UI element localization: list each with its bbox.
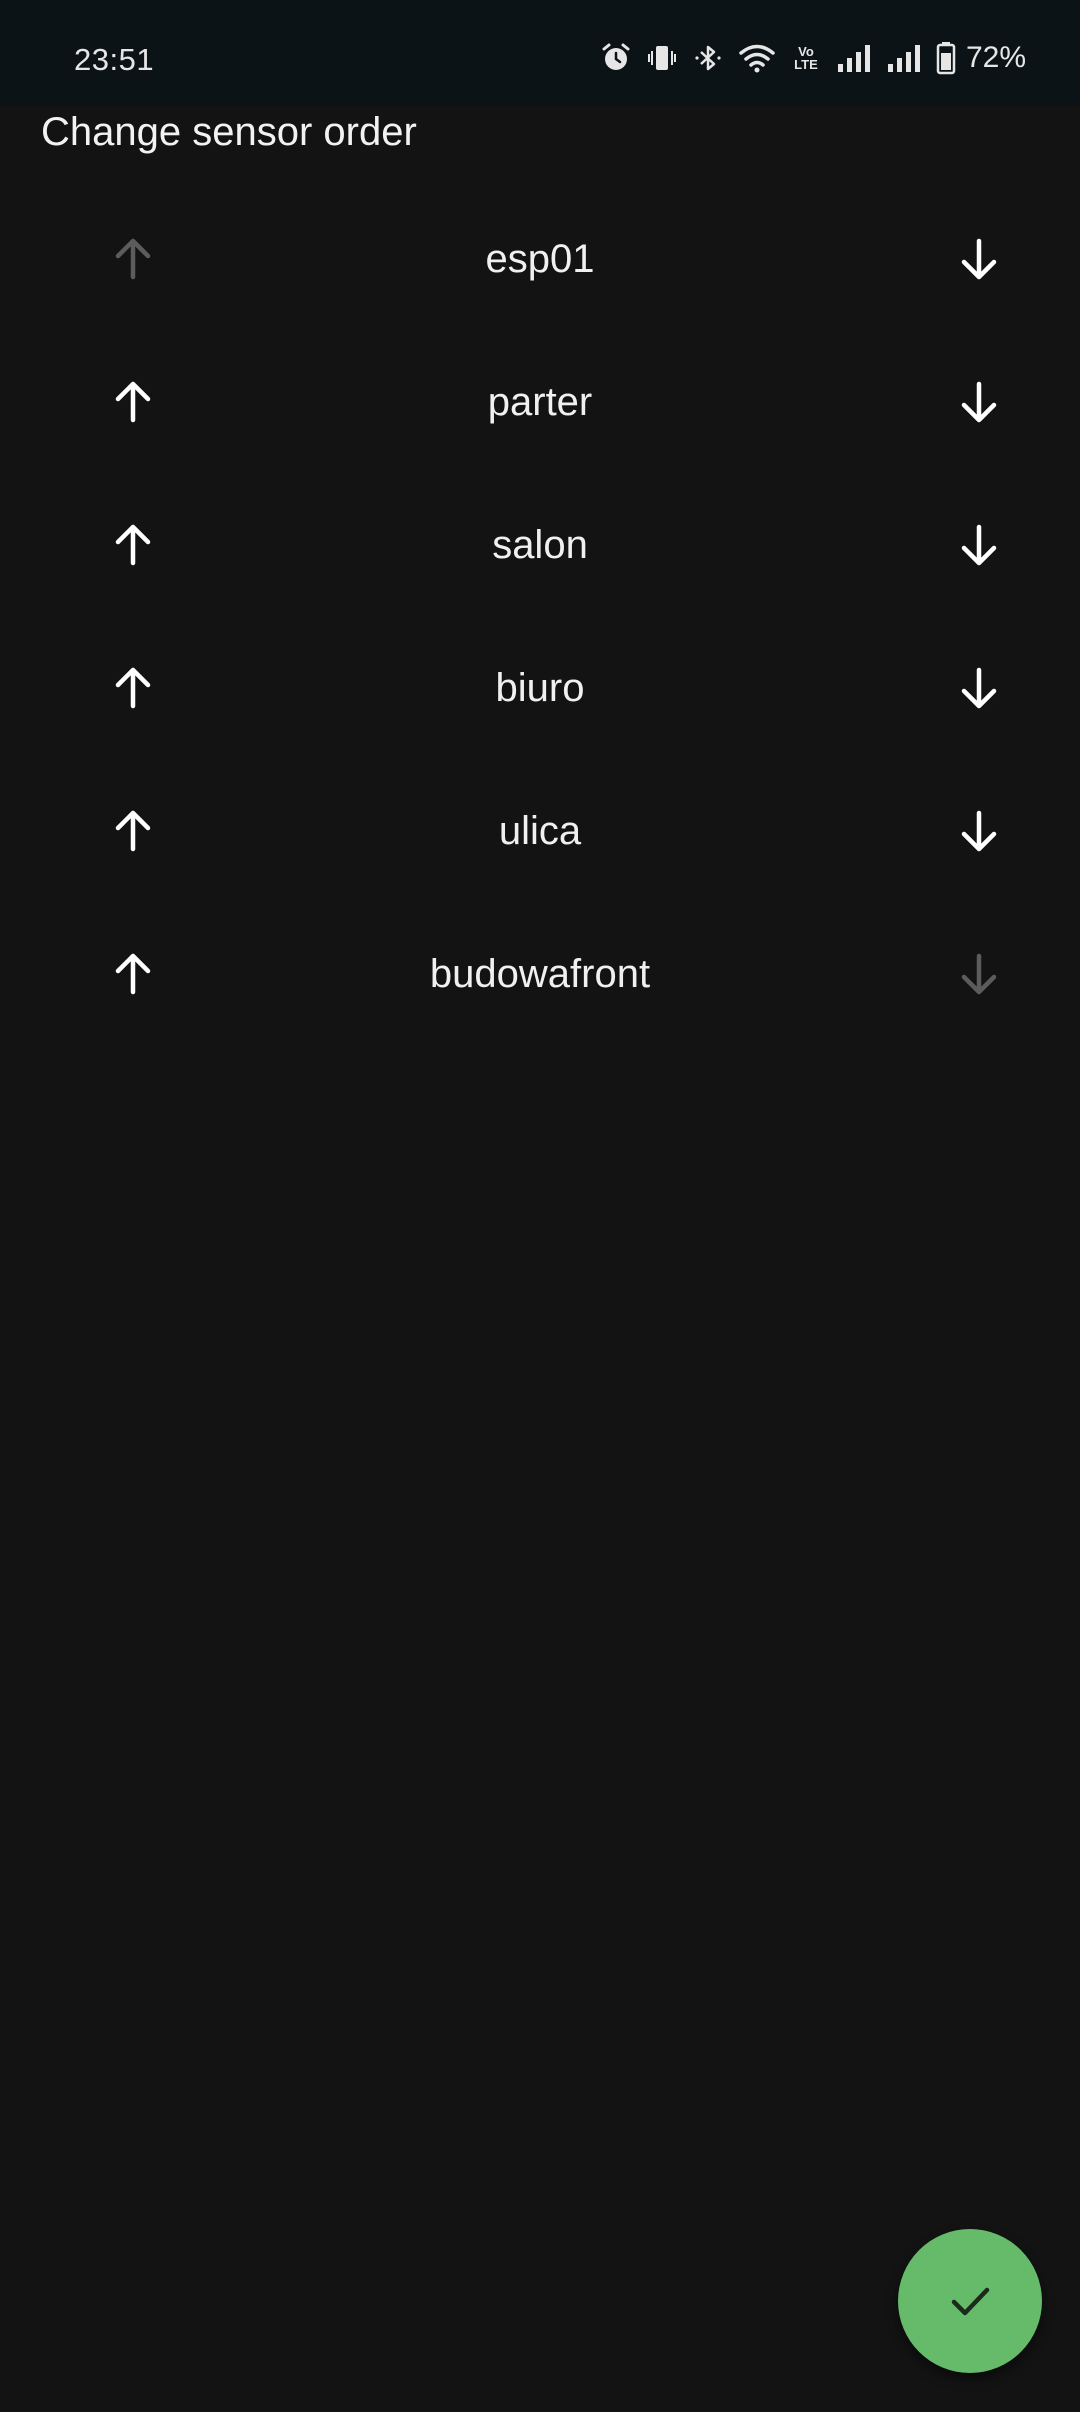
- sensor-row-budowafront: budowafront: [0, 903, 1080, 1046]
- vibrate-icon: [647, 46, 676, 70]
- signal-icon: [837, 45, 870, 72]
- move-up-button[interactable]: [91, 646, 175, 730]
- move-up-button[interactable]: [91, 503, 175, 587]
- signal-icon: [887, 45, 920, 72]
- arrow-down-icon: [961, 667, 997, 709]
- move-up-button[interactable]: [91, 360, 175, 444]
- move-down-button[interactable]: [937, 932, 1021, 1016]
- status-time: 23:51: [74, 42, 155, 77]
- alarm-icon: [602, 43, 630, 70]
- confirm-fab-button[interactable]: [898, 2229, 1042, 2373]
- status-icons: Vo LTE 72%: [600, 38, 1026, 78]
- battery-icon: [936, 42, 956, 75]
- arrow-up-icon: [115, 238, 151, 280]
- arrow-down-icon: [961, 381, 997, 423]
- sensor-row-salon: salon: [0, 474, 1080, 617]
- arrow-down-icon: [961, 953, 997, 995]
- arrow-up-icon: [115, 667, 151, 709]
- volte-icon: Vo LTE: [794, 44, 818, 72]
- move-down-button[interactable]: [937, 646, 1021, 730]
- arrow-down-icon: [961, 238, 997, 280]
- sensor-row-biuro: biuro: [0, 617, 1080, 760]
- page-title: Change sensor order: [41, 110, 417, 154]
- move-down-button[interactable]: [937, 789, 1021, 873]
- move-up-button[interactable]: [91, 932, 175, 1016]
- move-up-button[interactable]: [91, 789, 175, 873]
- arrow-up-icon: [115, 810, 151, 852]
- sensor-row-ulica: ulica: [0, 760, 1080, 903]
- wifi-icon: [739, 44, 775, 73]
- sensor-row-esp01: esp01: [0, 188, 1080, 331]
- move-down-button[interactable]: [937, 503, 1021, 587]
- move-down-button[interactable]: [937, 360, 1021, 444]
- move-down-button[interactable]: [937, 217, 1021, 301]
- status-bar: 23:51 Vo LTE 72%: [0, 0, 1080, 106]
- arrow-down-icon: [961, 524, 997, 566]
- bluetooth-icon: [695, 45, 721, 71]
- sensor-row-parter: parter: [0, 331, 1080, 474]
- sensor-list: esp01 parter salon biuro ulica budowafro…: [0, 188, 1080, 1046]
- arrow-down-icon: [961, 810, 997, 852]
- arrow-up-icon: [115, 524, 151, 566]
- battery-percent: 72%: [965, 41, 1026, 74]
- check-icon: [951, 2287, 990, 2316]
- arrow-up-icon: [115, 381, 151, 423]
- move-up-button[interactable]: [91, 217, 175, 301]
- arrow-up-icon: [115, 953, 151, 995]
